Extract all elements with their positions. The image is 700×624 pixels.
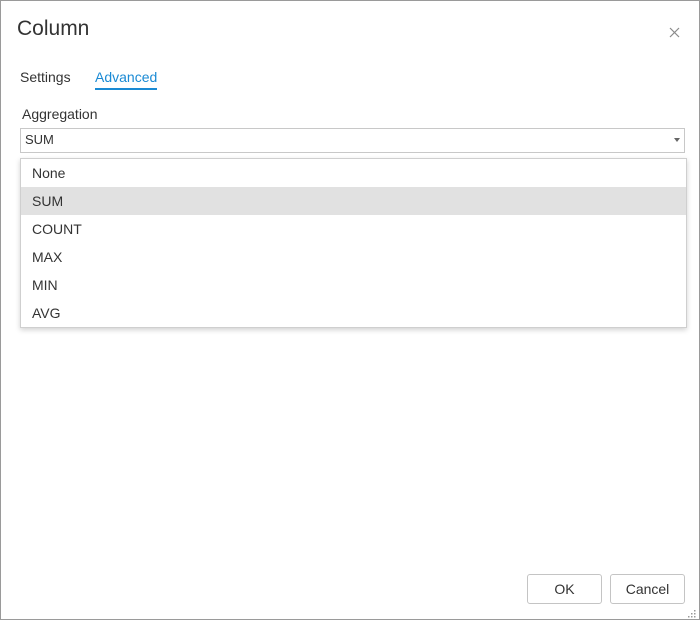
cancel-button[interactable]: Cancel [610, 574, 685, 604]
chevron-down-icon [674, 138, 680, 142]
option-max[interactable]: MAX [21, 243, 686, 271]
option-none[interactable]: None [21, 159, 686, 187]
option-count[interactable]: COUNT [21, 215, 686, 243]
ok-button[interactable]: OK [527, 574, 602, 604]
column-dialog: Column Settings Advanced Aggregation SUM… [0, 0, 700, 620]
tab-advanced[interactable]: Advanced [95, 69, 158, 90]
option-avg[interactable]: AVG [21, 299, 686, 327]
aggregation-select[interactable]: SUM [20, 128, 685, 153]
dialog-title: Column [17, 17, 90, 40]
aggregation-label: Aggregation [22, 106, 98, 122]
aggregation-dropdown-list: None SUM COUNT MAX MIN AVG [20, 158, 687, 328]
aggregation-select-value: SUM [25, 132, 54, 147]
option-sum[interactable]: SUM [21, 187, 686, 215]
option-min[interactable]: MIN [21, 271, 686, 299]
tab-settings[interactable]: Settings [20, 69, 71, 88]
resize-grip-icon[interactable] [687, 606, 697, 618]
close-button[interactable] [665, 23, 685, 43]
close-icon [669, 27, 680, 38]
